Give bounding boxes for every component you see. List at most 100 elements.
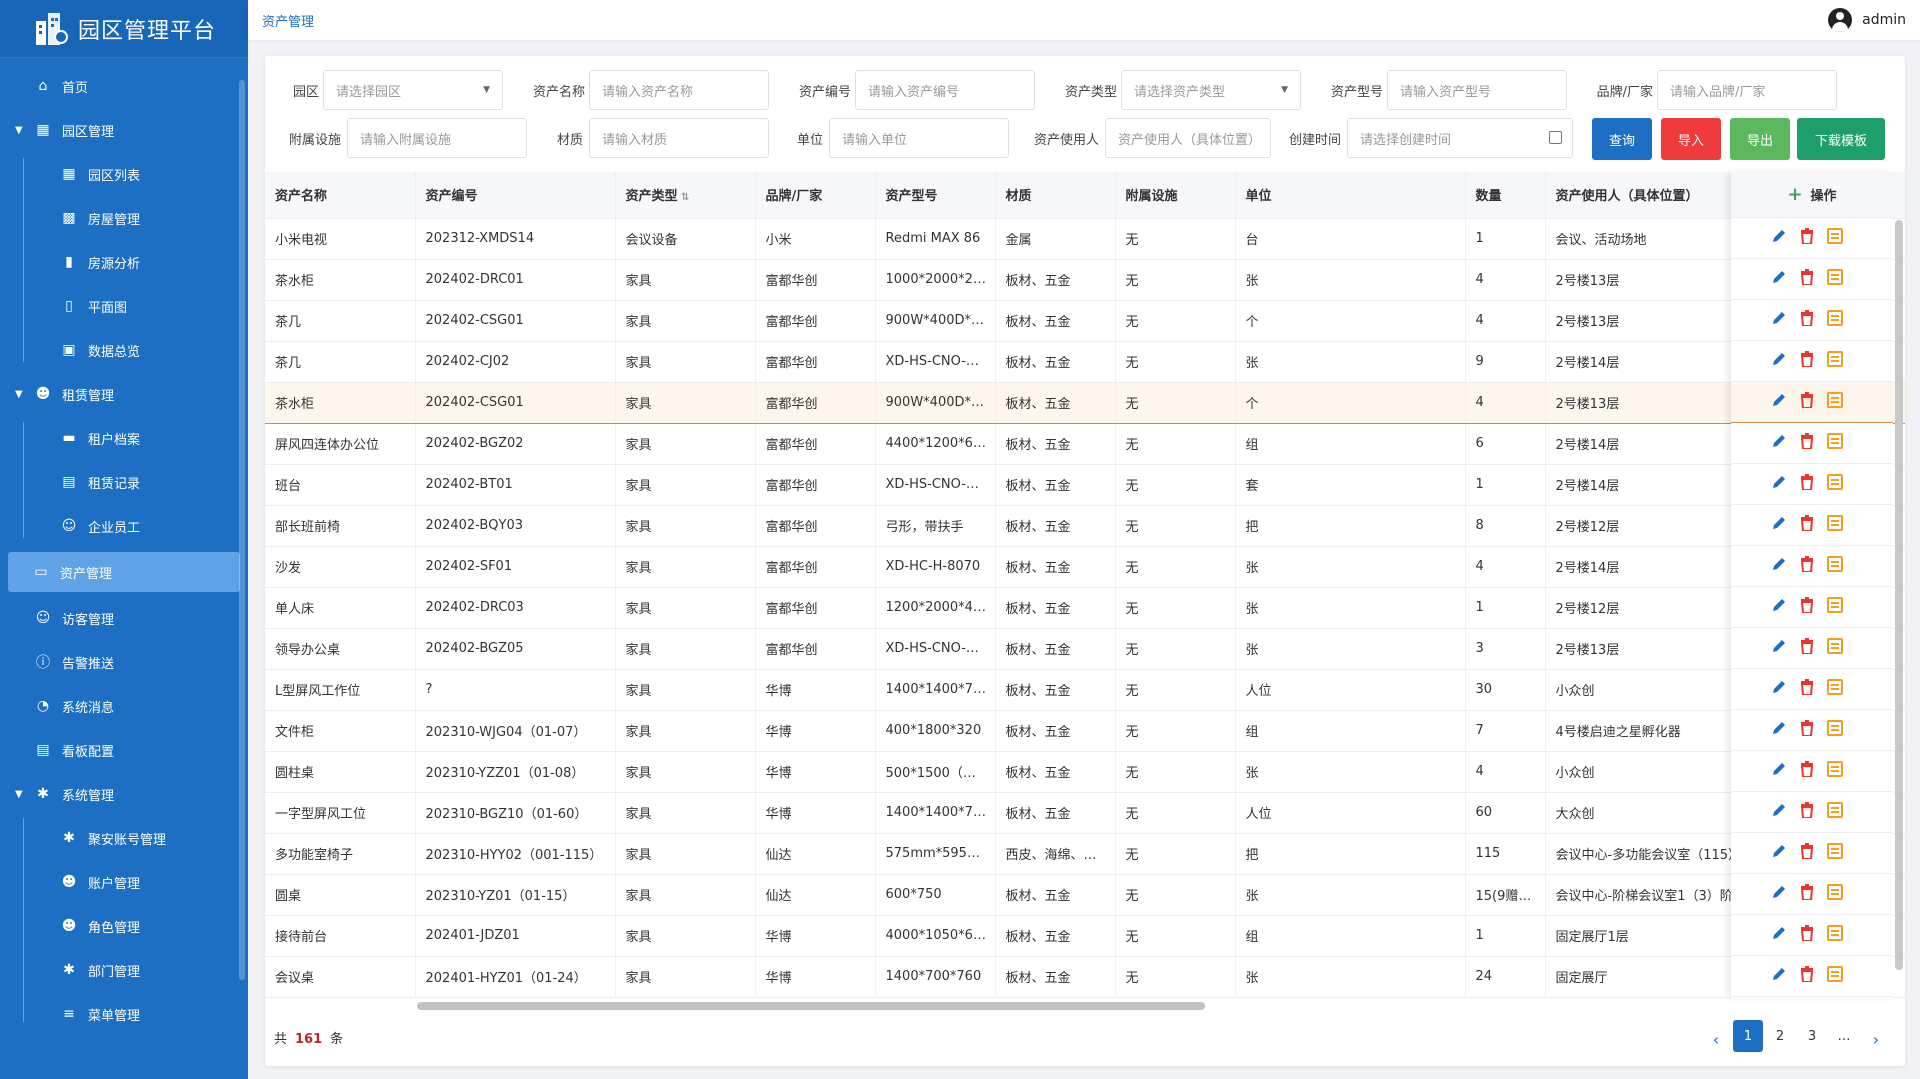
sidebar-item-5[interactable]: ▯ 平面图 — [0, 284, 248, 328]
delete-icon[interactable] — [1800, 474, 1827, 494]
import-button[interactable]: 导入 — [1661, 118, 1721, 160]
detail-icon[interactable] — [1827, 269, 1856, 289]
delete-icon[interactable] — [1800, 720, 1827, 740]
asset-no-input[interactable]: 请输入资产编号 — [855, 70, 1035, 110]
sidebar-item-18[interactable]: ☻ 账户管理 — [0, 860, 248, 904]
table-row[interactable]: 圆桌 202310-YZ01（01-15） 家具 仙达 600*750 板材、五金无张 15… — [265, 874, 1905, 916]
edit-icon[interactable] — [1771, 802, 1800, 822]
facility-input[interactable]: 请输入附属设施 — [347, 118, 527, 158]
edit-icon[interactable] — [1771, 310, 1800, 330]
edit-icon[interactable] — [1771, 269, 1800, 289]
unit-input[interactable]: 请输入单位 — [829, 118, 1009, 158]
table-row[interactable]: 茶几 202402-CSG01 家具 富都华创 900W*400D*… 板材、五金无个 4 2… — [265, 300, 1905, 342]
table-row[interactable]: 多功能室椅子 202310-HYY02（001-115） 家具 仙达 575mm*595… — [265, 833, 1905, 875]
delete-icon[interactable] — [1800, 679, 1827, 699]
delete-icon[interactable] — [1800, 843, 1827, 863]
sidebar-item-17[interactable]: ✱ 聚安账号管理 — [0, 816, 248, 860]
page-button-0[interactable]: 1 — [1733, 1020, 1763, 1052]
edit-icon[interactable] — [1771, 638, 1800, 658]
detail-icon[interactable] — [1827, 392, 1856, 412]
sidebar-item-3[interactable]: ▩ 房屋管理 — [0, 196, 248, 240]
page-button-2[interactable]: 3 — [1797, 1020, 1827, 1052]
edit-icon[interactable] — [1771, 597, 1800, 617]
table-horizontal-scrollbar[interactable] — [417, 1002, 1205, 1010]
caret-down-icon[interactable]: ▼ — [15, 389, 23, 400]
delete-icon[interactable] — [1800, 638, 1827, 658]
detail-icon[interactable] — [1827, 556, 1856, 576]
edit-icon[interactable] — [1771, 392, 1800, 412]
table-row[interactable]: 单人床 202402-DRC03 家具 富都华创 1200*2000*4… 板材、五金无张… — [265, 587, 1905, 629]
table-row[interactable]: L型屏风工作位? 家具 华博 1400*1400*7… 板材、五金无人位 30 小众创 — [265, 669, 1905, 711]
user-name[interactable]: admin — [1862, 12, 1906, 28]
delete-icon[interactable] — [1800, 966, 1827, 986]
detail-icon[interactable] — [1827, 925, 1856, 945]
delete-icon[interactable] — [1800, 228, 1827, 248]
table-row[interactable]: 领导办公桌 202402-BGZ05 家具 富都华创 XD-HS-CNO-… 板材、五金无… — [265, 628, 1905, 670]
query-button[interactable]: 查询 — [1592, 118, 1652, 160]
sidebar-item-15[interactable]: ▤ 看板配置 — [0, 728, 248, 772]
caret-down-icon[interactable]: ▼ — [15, 789, 23, 800]
detail-icon[interactable] — [1827, 515, 1856, 535]
sidebar-item-16[interactable]: ▼ ✱ 系统管理 — [0, 772, 248, 816]
detail-icon[interactable] — [1827, 638, 1856, 658]
edit-icon[interactable] — [1771, 966, 1800, 986]
sidebar-item-12[interactable]: ☺ 访客管理 — [0, 596, 248, 640]
edit-icon[interactable] — [1771, 228, 1800, 248]
download-template-button[interactable]: 下载模板 — [1797, 118, 1885, 160]
sidebar-item-7[interactable]: ▼ ☻ 租赁管理 — [0, 372, 248, 416]
edit-icon[interactable] — [1771, 515, 1800, 535]
edit-icon[interactable] — [1771, 884, 1800, 904]
sidebar-item-20[interactable]: ✱ 部门管理 — [0, 948, 248, 992]
table-row[interactable]: 茶水柜 202402-CSG01 家具 富都华创 900W*400D*… 板材、五金无个 4… — [265, 382, 1905, 424]
sidebar-item-8[interactable]: ▬ 租户档案 — [0, 416, 248, 460]
sort-icon[interactable]: ⇅ — [678, 192, 689, 203]
sidebar-item-10[interactable]: ☺ 企业员工 — [0, 504, 248, 548]
delete-icon[interactable] — [1800, 556, 1827, 576]
delete-icon[interactable] — [1800, 597, 1827, 617]
edit-icon[interactable] — [1771, 843, 1800, 863]
column-header-2[interactable]: 资产类型 ⇅ — [615, 172, 756, 219]
delete-icon[interactable] — [1800, 925, 1827, 945]
delete-icon[interactable] — [1800, 433, 1827, 453]
add-asset-icon[interactable]: + — [1787, 184, 1802, 205]
table-row[interactable]: 茶几 202402-CJ02 家具 富都华创 XD-HS-CNO-… 板材、五金无张 9 2号… — [265, 341, 1905, 383]
park-select[interactable]: 请选择园区 ▼ — [323, 70, 503, 110]
avatar-icon[interactable] — [1828, 8, 1853, 32]
delete-icon[interactable] — [1800, 392, 1827, 412]
table-row[interactable]: 茶水柜 202402-DRC01 家具 富都华创 1000*2000*2… 板材、五金无张… — [265, 259, 1905, 301]
sidebar-item-2[interactable]: ▦ 园区列表 — [0, 152, 248, 196]
table-row[interactable]: 屏风四连体办公位 202402-BGZ02 家具 富都华创 4400*1200*6… 板材… — [265, 423, 1905, 465]
detail-icon[interactable] — [1827, 474, 1856, 494]
edit-icon[interactable] — [1771, 679, 1800, 699]
user-menu[interactable]: admin — [1828, 8, 1906, 32]
detail-icon[interactable] — [1827, 679, 1856, 699]
delete-icon[interactable] — [1800, 515, 1827, 535]
sidebar-item-1[interactable]: ▼ ▦ 园区管理 — [0, 108, 248, 152]
material-input[interactable]: 请输入材质 — [589, 118, 769, 158]
delete-icon[interactable] — [1800, 761, 1827, 781]
breadcrumb[interactable]: 资产管理 — [262, 11, 314, 30]
edit-icon[interactable] — [1771, 720, 1800, 740]
table-row[interactable]: 文件柜 202310-WJG04（01-07） 家具 华博 400*1800*320 板材… — [265, 710, 1905, 752]
delete-icon[interactable] — [1800, 269, 1827, 289]
edit-icon[interactable] — [1771, 556, 1800, 576]
sidebar-item-9[interactable]: ▤ 租赁记录 — [0, 460, 248, 504]
table-row[interactable]: 小米电视 202312-XMDS14 会议设备 小米 Redmi MAX 86 金属无台 1… — [265, 218, 1905, 260]
table-vertical-scrollbar[interactable] — [1895, 220, 1903, 970]
sidebar-item-4[interactable]: ▮ 房源分析 — [0, 240, 248, 284]
asset-model-input[interactable]: 请输入资产型号 — [1387, 70, 1567, 110]
edit-icon[interactable] — [1771, 351, 1800, 371]
asset-name-input[interactable]: 请输入资产名称 — [589, 70, 769, 110]
detail-icon[interactable] — [1827, 228, 1856, 248]
sidebar-item-13[interactable]: ⓘ 告警推送 — [0, 640, 248, 684]
table-row[interactable]: 一字型屏风工位 202310-BGZ10（01-60） 家具 华博 1400*1400*… — [265, 792, 1905, 834]
detail-icon[interactable] — [1827, 843, 1856, 863]
edit-icon[interactable] — [1771, 433, 1800, 453]
table-row[interactable]: 接待前台 202401-JDZ01 家具 华博 4000*1050*6… 板材、五金无组 1… — [265, 915, 1905, 957]
sidebar-item-0[interactable]: ⌂ 首页 — [0, 64, 248, 108]
user-input[interactable]: 资产使用人（具体位置） — [1105, 118, 1271, 158]
asset-type-select[interactable]: 请选择资产类型 ▼ — [1121, 70, 1301, 110]
sidebar-scrollbar[interactable] — [239, 80, 245, 980]
page-button-1[interactable]: 2 — [1765, 1020, 1795, 1052]
sidebar-item-19[interactable]: ☻ 角色管理 — [0, 904, 248, 948]
